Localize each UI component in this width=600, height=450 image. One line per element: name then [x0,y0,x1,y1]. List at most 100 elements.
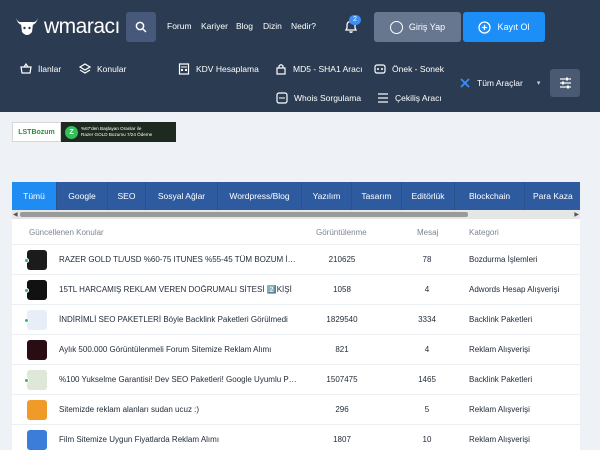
tool-cekilis[interactable]: Çekiliş Aracı [377,92,442,104]
tools-icon [460,78,470,88]
topic-title[interactable]: İNDİRİMLİ SEO PAKETLERİ Böyle Backlink P… [59,315,297,324]
table-row[interactable]: Film Sitemize Uygun Fiyatlarda Reklam Al… [12,424,580,450]
ad-banner[interactable]: LSTBozum Z %67'den Başlayan Oranlar ile … [12,122,176,142]
calculator-icon [178,63,190,75]
tab-tumu[interactable]: Tümü [12,182,57,210]
message-count: 5 [424,405,430,414]
tab-para-kazanma[interactable]: Para Kaza [525,182,580,210]
table-row[interactable]: İNDİRİMLİ SEO PAKETLERİ Böyle Backlink P… [12,304,580,334]
tab-wordpress-blog[interactable]: Wordpress/Blog [218,182,302,210]
tab-sosyal-aglar[interactable]: Sosyal Ağlar [146,182,218,210]
tool-all-tools[interactable]: Tüm Araçlar ▾ [459,77,540,89]
scroll-thumb[interactable] [20,212,468,217]
category-link[interactable]: Adwords Hesap Alışverişi [469,285,574,294]
login-label: Giriş Yap [408,22,446,32]
table-row[interactable]: 15TL HARCAMIŞ REKLAM VEREN DOĞRUMALI SİT… [12,274,580,304]
tool-label: KDV Hesaplama [196,64,259,74]
topic-title[interactable]: Aylık 500.000 Görüntülenmeli Forum Sitem… [59,345,297,354]
tab-seo[interactable]: SEO [108,182,146,210]
tool-label: Çekiliş Aracı [395,93,442,103]
tab-blockchain[interactable]: Blockchain [455,182,525,210]
site-logo[interactable]: wmaracı [14,14,120,40]
register-button[interactable]: Kayıt Ol [463,12,545,42]
tool-md5[interactable]: MD5 - SHA1 Aracı [275,63,362,75]
table-row[interactable]: %100 Yukselme Garantisi! Dev SEO Paketle… [12,364,580,394]
topic-title[interactable]: Film Sitemize Uygun Fiyatlarda Reklam Al… [59,435,297,444]
logo-text: wmaracı [44,15,120,38]
chevron-down-icon: ▾ [536,80,541,87]
view-count: 1829540 [326,315,358,324]
nav-kariyer[interactable]: Kariyer [201,21,228,31]
nav-dizin[interactable]: Dizin [263,21,282,31]
scroll-right-icon[interactable]: ▶ [574,211,579,218]
table-row[interactable]: Aylık 500.000 Görüntülenmeli Forum Sitem… [12,334,580,364]
message-count: 78 [422,255,432,264]
tool-ilanlar[interactable]: İlanlar [20,63,61,75]
avatar[interactable] [27,430,47,450]
table-header: Güncellenen Konular Görüntülenme Mesaj K… [12,219,580,244]
avatar[interactable] [27,310,47,330]
view-count: 1507475 [326,375,358,384]
view-count: 210625 [328,255,356,264]
nav-forum[interactable]: Forum [167,21,192,31]
message-count: 4 [424,285,430,294]
nav-nedir[interactable]: Nedir? [291,21,316,31]
topic-title[interactable]: Sitemizde reklam alanları sudan ucuz :) [59,405,297,414]
login-button[interactable]: Giriş Yap [374,12,461,42]
tool-label: İlanlar [38,64,62,74]
avatar[interactable] [27,250,47,270]
header-views: Görüntülenme [316,228,367,237]
top-navbar: wmaracı Forum Kariyer Blog Dizin Nedir? … [0,0,600,55]
view-count: 1807 [333,435,351,444]
tabs-scrollbar[interactable]: ◀ ▶ [12,210,580,219]
avatar[interactable] [27,280,47,300]
message-count: 1465 [418,375,436,384]
tab-tasarim[interactable]: Tasarım [352,182,402,210]
sliders-icon [559,77,571,89]
category-link[interactable]: Reklam Alışverişi [469,345,574,354]
scroll-left-icon[interactable]: ◀ [13,211,18,218]
user-icon [389,20,403,34]
view-count: 821 [335,345,349,354]
tool-label: Whois Sorgulama [294,93,362,103]
avatar[interactable] [27,400,47,420]
tab-yazilim[interactable]: Yazılım [302,182,352,210]
avatar[interactable] [27,340,47,360]
online-status-dot [24,288,29,293]
filter-button[interactable] [550,69,580,97]
tool-konular[interactable]: Konular [79,63,126,75]
category-link[interactable]: Backlink Paketleri [469,375,574,384]
view-count: 296 [335,405,349,414]
category-link[interactable]: Bozdurma İşlemleri [469,255,574,264]
tool-onek[interactable]: Önek - Sonek [374,63,444,75]
tool-kdv[interactable]: KDV Hesaplama [178,63,259,75]
topic-title[interactable]: RAZER GOLD TL/USD %60-75 ITUNES %55-45 T… [59,255,297,264]
topics-table: Güncellenen Konular Görüntülenme Mesaj K… [12,219,580,450]
tool-label: MD5 - SHA1 Aracı [293,64,363,74]
tab-google[interactable]: Google [57,182,108,210]
category-link[interactable]: Reklam Alışverişi [469,405,574,414]
online-status-dot [24,258,29,263]
nav-blog[interactable]: Blog [236,21,253,31]
topic-title[interactable]: 15TL HARCAMIŞ REKLAM VEREN DOĞRUMALI SİT… [59,285,297,294]
register-label: Kayıt Ol [497,22,530,32]
category-link[interactable]: Backlink Paketleri [469,315,574,324]
plus-circle-icon [478,20,492,34]
table-row[interactable]: Sitemizde reklam alanları sudan ucuz :) 2… [12,394,580,424]
banner-line-2: Razer GOLD Bozumu 7/24 Ödeme [81,132,153,137]
lock-icon [276,64,286,75]
z-badge-icon: Z [65,125,78,139]
banner-logo: LSTBozum [12,122,61,142]
tool-whois[interactable]: Whois Sorgulama [276,92,361,104]
banner-promo: Z %67'den Başlayan Oranlar ile Razer GOL… [61,122,176,142]
table-row[interactable]: RAZER GOLD TL/USD %60-75 ITUNES %55-45 T… [12,244,580,274]
topic-title[interactable]: %100 Yukselme Garantisi! Dev SEO Paketle… [59,375,297,384]
header-messages: Mesaj [417,228,439,237]
avatar[interactable] [27,370,47,390]
message-count: 3334 [418,315,436,324]
search-button[interactable] [126,12,156,42]
message-count: 10 [422,435,432,444]
tab-editorluk[interactable]: Editörlük [402,182,455,210]
tool-label: Konular [97,64,127,74]
category-link[interactable]: Reklam Alışverişi [469,435,574,444]
